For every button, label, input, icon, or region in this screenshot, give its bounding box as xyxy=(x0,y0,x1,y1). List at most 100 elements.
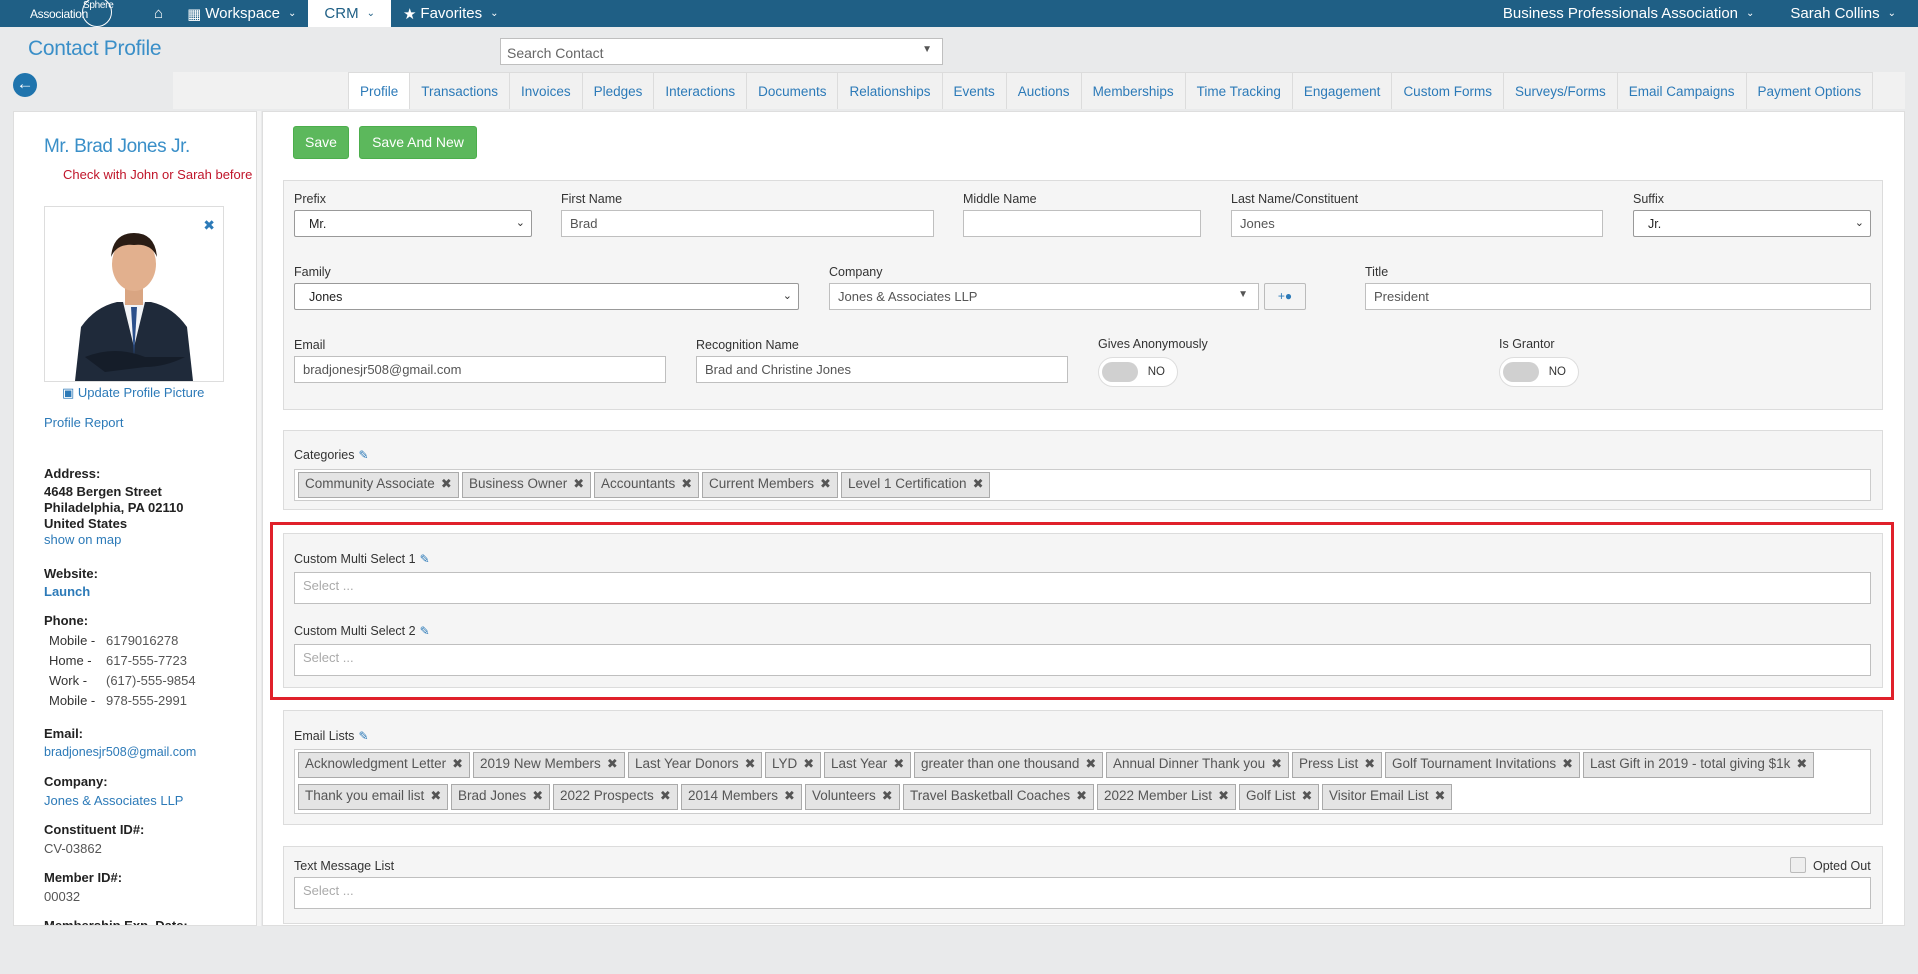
profile-photo: ✖ xyxy=(44,206,224,382)
website-launch-link[interactable]: Launch xyxy=(44,584,90,599)
remove-tag-icon[interactable]: ✖ xyxy=(607,756,618,771)
tab-profile[interactable]: Profile xyxy=(348,72,411,109)
remove-tag-icon[interactable]: ✖ xyxy=(1271,756,1282,771)
suffix-select[interactable]: Jr. ⌄ xyxy=(1633,210,1871,237)
add-company-button[interactable]: +● xyxy=(1264,283,1306,310)
title-field[interactable]: President xyxy=(1365,283,1871,310)
toggle-knob xyxy=(1102,362,1138,382)
remove-tag-icon[interactable]: ✖ xyxy=(1435,788,1446,803)
middle-name-label: Middle Name xyxy=(963,192,1037,206)
recognition-name-field[interactable]: Brad and Christine Jones xyxy=(696,356,1068,383)
tab-memberships[interactable]: Memberships xyxy=(1081,72,1186,109)
remove-tag-icon[interactable]: ✖ xyxy=(1364,756,1375,771)
tab-relationships[interactable]: Relationships xyxy=(838,72,943,109)
text-message-list-select[interactable]: Select ... xyxy=(294,877,1871,909)
tab-time-tracking[interactable]: Time Tracking xyxy=(1185,72,1293,109)
email-link[interactable]: bradjonesjr508@gmail.com xyxy=(44,745,196,759)
remove-tag-icon[interactable]: ✖ xyxy=(681,476,692,491)
show-on-map-link[interactable]: show on map xyxy=(44,532,121,547)
remove-tag-icon[interactable]: ✖ xyxy=(784,788,795,803)
app-logo[interactable]: Association Sphere xyxy=(0,0,142,27)
profile-report-link[interactable]: Profile Report xyxy=(44,415,123,430)
remove-tag-icon[interactable]: ✖ xyxy=(1302,788,1313,803)
family-select[interactable]: Jones ⌄ xyxy=(294,283,799,310)
favorites-menu[interactable]: ★ Favorites ⌄ xyxy=(391,0,511,27)
prefix-select[interactable]: Mr. ⌄ xyxy=(294,210,532,237)
tab-transactions[interactable]: Transactions xyxy=(410,72,511,109)
remove-tag-icon[interactable]: ✖ xyxy=(660,788,671,803)
tab-documents[interactable]: Documents xyxy=(747,72,839,109)
first-name-field[interactable]: Brad xyxy=(561,210,934,237)
company-select[interactable]: Jones & Associates LLP ▼ xyxy=(829,283,1259,310)
is-grantor-label: Is Grantor xyxy=(1499,337,1555,351)
chevron-down-icon: ⌄ xyxy=(366,8,375,19)
remove-tag-icon[interactable]: ✖ xyxy=(430,788,441,803)
remove-tag-icon[interactable]: ✖ xyxy=(1076,788,1087,803)
text-message-list-label: Text Message List xyxy=(294,859,395,873)
opted-out-checkbox[interactable] xyxy=(1790,857,1806,873)
remove-tag-icon[interactable]: ✖ xyxy=(803,756,814,771)
tab-engagement[interactable]: Engagement xyxy=(1292,72,1393,109)
person-icon: ● xyxy=(1284,289,1293,303)
edit-icon[interactable]: ✎ xyxy=(358,448,368,462)
organization-menu[interactable]: Business Professionals Association ⌄ xyxy=(1491,0,1779,27)
remove-tag-icon[interactable]: ✖ xyxy=(745,756,756,771)
remove-tag-icon[interactable]: ✖ xyxy=(573,476,584,491)
save-button[interactable]: Save xyxy=(293,126,349,159)
tab-pledges[interactable]: Pledges xyxy=(582,72,655,109)
tag-chip: Last Year ✖ xyxy=(824,752,912,778)
is-grantor-toggle[interactable]: NO xyxy=(1499,357,1579,387)
back-arrow-icon[interactable]: ← xyxy=(13,73,37,97)
tab-custom-forms[interactable]: Custom Forms xyxy=(1392,72,1504,109)
middle-name-field[interactable] xyxy=(963,210,1201,237)
tab-payment-options[interactable]: Payment Options xyxy=(1746,72,1874,109)
edit-icon[interactable]: ✎ xyxy=(358,729,368,743)
phone-row: Mobile -978-555-2991 xyxy=(49,693,187,708)
tab-interactions[interactable]: Interactions xyxy=(654,72,748,109)
remove-tag-icon[interactable]: ✖ xyxy=(532,788,543,803)
crm-menu[interactable]: CRM ⌄ xyxy=(308,0,391,27)
remove-photo-icon[interactable]: ✖ xyxy=(203,217,215,234)
tag-chip: Accountants ✖ xyxy=(594,472,700,498)
email-field[interactable]: bradjonesjr508@gmail.com xyxy=(294,356,666,383)
workspace-menu[interactable]: ▦ Workspace ⌄ xyxy=(175,0,308,27)
user-menu[interactable]: Sarah Collins ⌄ xyxy=(1778,0,1918,27)
remove-tag-icon[interactable]: ✖ xyxy=(882,788,893,803)
search-contact-input[interactable]: Search Contact ▼ xyxy=(500,38,943,65)
tab-auctions[interactable]: Auctions xyxy=(1006,72,1082,109)
tag-chip: Thank you email list ✖ xyxy=(298,784,449,810)
tab-surveys-forms[interactable]: Surveys/Forms xyxy=(1503,72,1618,109)
remove-tag-icon[interactable]: ✖ xyxy=(820,476,831,491)
tab-email-campaigns[interactable]: Email Campaigns xyxy=(1617,72,1747,109)
website-label: Website: xyxy=(44,566,98,581)
email-lists-label: Email Lists ✎ xyxy=(294,729,369,743)
company-link[interactable]: Jones & Associates LLP xyxy=(44,793,183,808)
last-name-field[interactable]: Jones xyxy=(1231,210,1603,237)
tag-chip: Current Members ✖ xyxy=(702,472,838,498)
email-lists-tag-input[interactable]: Acknowledgment Letter ✖ 2019 New Members ✖ L… xyxy=(294,749,1871,814)
remove-tag-icon[interactable]: ✖ xyxy=(973,476,984,491)
toggle-knob xyxy=(1503,362,1539,382)
gives-anonymously-label: Gives Anonymously xyxy=(1098,337,1208,351)
chevron-down-icon: ⌄ xyxy=(515,217,525,229)
remove-tag-icon[interactable]: ✖ xyxy=(1796,756,1807,771)
sidebar-collapse-handle[interactable] xyxy=(256,111,261,926)
tab-invoices[interactable]: Invoices xyxy=(510,72,583,109)
home-button[interactable]: ⌂ xyxy=(142,0,175,27)
tab-events[interactable]: Events xyxy=(942,72,1007,109)
remove-tag-icon[interactable]: ✖ xyxy=(1218,788,1229,803)
remove-tag-icon[interactable]: ✖ xyxy=(1562,756,1573,771)
remove-tag-icon[interactable]: ✖ xyxy=(1085,756,1096,771)
categories-tag-input[interactable]: Community Associate ✖ Business Owner ✖ Accou… xyxy=(294,469,1871,501)
tag-chip: greater than one thousand ✖ xyxy=(914,752,1104,778)
phone-row: Work - (617)-555-9854 xyxy=(49,673,196,688)
gives-anonymously-toggle[interactable]: NO xyxy=(1098,357,1178,387)
remove-tag-icon[interactable]: ✖ xyxy=(893,756,904,771)
tag-chip: Travel Basketball Coaches ✖ xyxy=(903,784,1094,810)
remove-tag-icon[interactable]: ✖ xyxy=(441,476,452,491)
update-profile-picture-link[interactable]: ▣ Update Profile Picture xyxy=(62,385,204,401)
chevron-down-icon: ⌄ xyxy=(1854,217,1864,229)
remove-tag-icon[interactable]: ✖ xyxy=(452,756,463,771)
save-and-new-button[interactable]: Save And New xyxy=(359,126,477,159)
contact-name: Mr. Brad Jones Jr. xyxy=(44,136,190,157)
